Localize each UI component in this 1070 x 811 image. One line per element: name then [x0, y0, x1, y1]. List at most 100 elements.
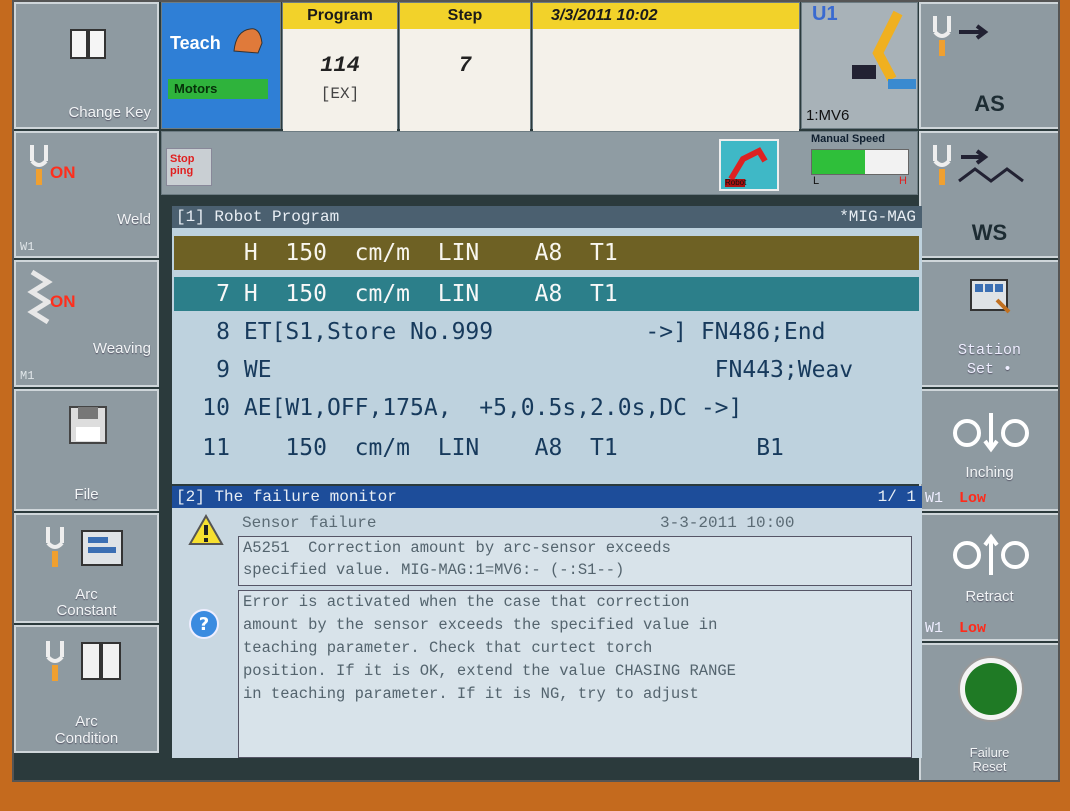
torch-icon: [30, 145, 48, 185]
failure-message-line2: specified value. MIG-MAG:1=MV6:- (-:S1--…: [243, 561, 625, 579]
inching-button[interactable]: Inching W1 Low: [919, 389, 1058, 511]
line-text: ET[S1,Store No.999 ->] FN486;End: [243, 319, 826, 345]
ws-button[interactable]: WS: [919, 131, 1058, 258]
hand-icon: [233, 28, 263, 54]
line-text: 150 cm/m LIN A8 T1 B1: [243, 435, 784, 461]
failure-type: Sensor failure: [242, 514, 377, 532]
change-key-label: Change Key: [68, 104, 151, 121]
retract-icon: [953, 533, 1029, 575]
failure-message-box: A5251 Correction amount by arc-sensor ex…: [238, 536, 912, 586]
line-text: H 150 cm/m LIN A8 T1: [243, 240, 618, 266]
arc-constant-button[interactable]: Arc Constant: [14, 513, 159, 623]
weaving-button[interactable]: ON Weaving M1: [14, 260, 159, 387]
manual-speed-track: [811, 149, 909, 175]
program-window-title: [1] Robot Program: [176, 208, 340, 226]
retract-sub: W1: [925, 620, 944, 637]
line-number: 9: [216, 357, 230, 383]
motors-label: Motors: [174, 81, 218, 96]
manual-speed-low: L: [813, 175, 820, 187]
robot-icon-label: Robot: [725, 178, 747, 187]
retract-label: Retract: [965, 588, 1014, 605]
line-text: H 150 cm/m LIN A8 T1: [243, 281, 618, 307]
inching-status: W1 Low: [925, 490, 986, 507]
mechanism-label: 1:MV6: [806, 107, 850, 124]
retract-low: Low: [959, 620, 987, 637]
station-icon: [970, 279, 1011, 314]
mode-tile: Teach Motors: [161, 2, 281, 129]
datetime-tile: 3/3/2011 10:02: [532, 2, 800, 154]
robot-arm-icon: [852, 10, 916, 89]
process-label: *MIG-MAG: [839, 208, 916, 226]
inching-sub: W1: [925, 490, 944, 507]
line-number: 11: [202, 435, 230, 461]
torch-wave-icon: [933, 145, 1024, 185]
as-label: AS: [974, 91, 1005, 116]
failure-timestamp: 3-3-2011 10:00: [660, 514, 795, 532]
arc-condition-label: Arc Condition: [54, 713, 119, 747]
robot-select-button[interactable]: Robot: [719, 139, 779, 191]
program-line[interactable]: 9 WE FN443;Weav: [174, 353, 919, 387]
station-set-button[interactable]: Station Set •: [919, 260, 1058, 387]
as-button[interactable]: AS: [919, 2, 1058, 129]
line-number: 10: [202, 395, 230, 421]
teach-mode-label: Teach: [170, 33, 221, 53]
stopping-label: Stop ping: [170, 153, 195, 177]
book-icon: [70, 29, 106, 59]
change-key-button[interactable]: Change Key: [14, 2, 159, 129]
torch-arrow-icon: [933, 16, 989, 56]
weaving-sub: M1: [20, 369, 35, 383]
arc-constant-icon: [46, 527, 123, 567]
pendant-screen: Change Key ON Weld W1 ON Weaving M1 File…: [12, 0, 1060, 782]
inching-low: Low: [959, 490, 987, 507]
weld-label: Weld: [117, 211, 151, 228]
help-line: position. If it is OK, extend the value …: [243, 662, 736, 680]
file-button[interactable]: File: [14, 389, 159, 511]
failure-monitor-titlebar: [2] The failure monitor 1/ 1: [172, 486, 922, 508]
weaving-on-status: ON: [50, 292, 76, 311]
line-number: 7: [216, 281, 230, 307]
motors-indicator: Motors: [168, 79, 268, 99]
help-text-box: Error is activated when the case that co…: [238, 590, 912, 758]
inching-label: Inching: [965, 464, 1014, 481]
floppy-icon: [69, 406, 107, 444]
weld-button[interactable]: ON Weld W1: [14, 131, 159, 258]
ws-label: WS: [971, 220, 1008, 245]
weld-on-status: ON: [50, 163, 76, 182]
step-tile[interactable]: Step 7: [399, 2, 531, 154]
line-number: 8: [216, 319, 230, 345]
retract-button[interactable]: Retract W1 Low: [919, 513, 1058, 641]
help-icon: ?: [189, 609, 219, 639]
stopping-indicator: Stop ping: [166, 148, 212, 186]
manual-speed-label: Manual Speed: [811, 133, 885, 145]
failure-reset-label: Failure Reset: [969, 745, 1010, 774]
green-button-icon: [958, 656, 1024, 722]
failure-message-line1: A5251 Correction amount by arc-sensor ex…: [243, 539, 671, 557]
program-line[interactable]: 11 150 cm/m LIN A8 T1 B1: [174, 431, 919, 465]
failure-monitor-body: Sensor failure 3-3-2011 10:00 A5251 Corr…: [172, 508, 922, 758]
failure-monitor-title: [2] The failure monitor: [176, 488, 397, 506]
station-set-label: Station Set •: [957, 342, 1021, 378]
failure-monitor-page: 1/ 1: [877, 488, 916, 506]
program-tile[interactable]: Program 114 [EX]: [282, 2, 398, 154]
program-window-titlebar: [1] Robot Program *MIG-MAG: [172, 206, 922, 228]
manual-speed-panel[interactable]: Manual Speed L H: [801, 133, 916, 193]
program-line[interactable]: 8 ET[S1,Store No.999 ->] FN486;End: [174, 315, 919, 349]
warning-icon: [188, 514, 224, 545]
step-header: Step: [400, 3, 530, 29]
program-sub: [EX]: [320, 85, 360, 103]
help-line: amount by the sensor exceeds the specifi…: [243, 616, 718, 634]
help-line: in teaching parameter. If it is NG, try …: [243, 685, 699, 703]
manual-speed-fill: [812, 150, 865, 174]
program-line-current[interactable]: 7 H 150 cm/m LIN A8 T1: [174, 277, 919, 311]
file-label: File: [74, 486, 99, 503]
retract-status: W1 Low: [925, 620, 986, 637]
program-header: Program: [283, 3, 397, 29]
program-line[interactable]: 10 AE[W1,OFF,175A, +5,0.5s,2.0s,DC ->]: [174, 391, 919, 425]
step-number: 7: [458, 53, 472, 78]
arc-condition-button[interactable]: Arc Condition: [14, 625, 159, 753]
mechanism-tile[interactable]: U1 1:MV6: [801, 2, 918, 129]
program-line[interactable]: H 150 cm/m LIN A8 T1: [174, 236, 919, 270]
help-line: teaching parameter. Check that curtect t…: [243, 639, 653, 657]
failure-reset-button[interactable]: Failure Reset: [919, 643, 1058, 780]
svg-text:?: ?: [199, 614, 209, 635]
